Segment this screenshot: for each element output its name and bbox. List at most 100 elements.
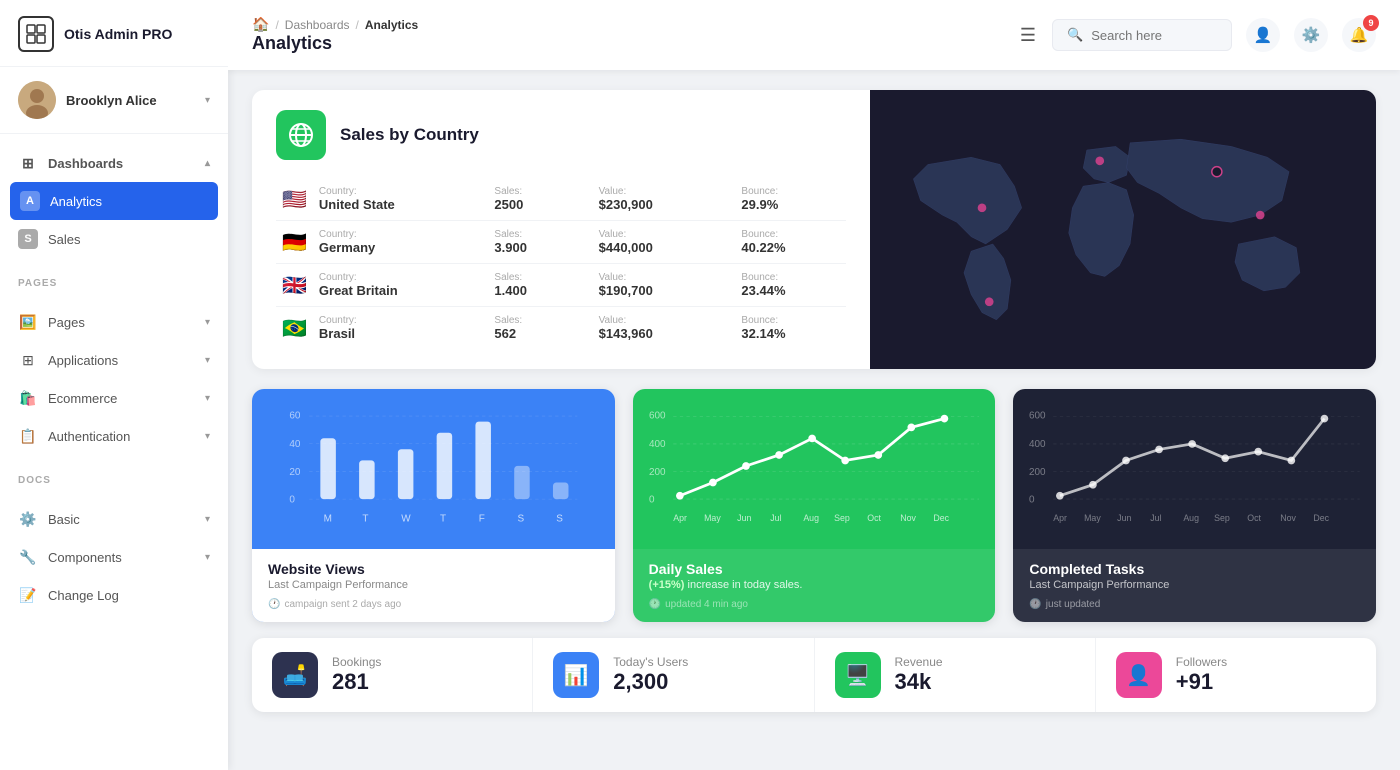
website-views-info: Website Views Last Campaign Performance … bbox=[252, 549, 615, 622]
pages-icon: 🖼️ bbox=[18, 312, 38, 332]
sidebar-pages-label: Pages bbox=[48, 315, 195, 330]
topbar-right: 🔍 👤 ⚙️ 🔔 9 bbox=[1052, 18, 1376, 52]
country-cell: Country: Germany bbox=[313, 221, 475, 264]
clock-icon-3: 🕐 bbox=[1029, 599, 1041, 610]
flag-cell: 🇬🇧 bbox=[276, 264, 313, 307]
svg-text:Jun: Jun bbox=[1118, 513, 1132, 523]
sidebar-auth-label: Authentication bbox=[48, 429, 195, 444]
sidebar-dashboards-label: Dashboards bbox=[48, 156, 195, 171]
sidebar-item-sales[interactable]: S Sales bbox=[0, 220, 228, 258]
svg-text:Oct: Oct bbox=[867, 513, 881, 523]
svg-text:60: 60 bbox=[289, 410, 301, 421]
sidebar-item-analytics[interactable]: A Analytics bbox=[10, 182, 218, 220]
value-cell: Value: $190,700 bbox=[579, 264, 722, 307]
user-profile-button[interactable]: 👤 bbox=[1246, 18, 1280, 52]
hamburger-icon[interactable]: ☰ bbox=[1020, 25, 1036, 46]
sales-by-country-title: Sales by Country bbox=[340, 125, 479, 145]
stat-revenue-info: Revenue 34k bbox=[895, 655, 943, 695]
ecommerce-chevron: ▾ bbox=[205, 393, 210, 404]
stat-users-info: Today's Users 2,300 bbox=[613, 655, 688, 695]
sidebar-item-pages[interactable]: 🖼️ Pages ▾ bbox=[0, 303, 228, 341]
sidebar-user[interactable]: Brooklyn Alice ▾ bbox=[0, 67, 228, 134]
bookings-icon: 🛋️ bbox=[272, 652, 318, 698]
svg-text:Nov: Nov bbox=[1281, 513, 1297, 523]
svg-text:May: May bbox=[704, 513, 721, 523]
search-box[interactable]: 🔍 bbox=[1052, 19, 1232, 51]
card-header: Sales by Country bbox=[276, 110, 846, 160]
svg-text:Oct: Oct bbox=[1248, 513, 1262, 523]
ecommerce-icon: 🛍️ bbox=[18, 388, 38, 408]
value-cell: Value: $143,960 bbox=[579, 307, 722, 350]
sidebar-item-dashboards[interactable]: ⊞ Dashboards ▴ bbox=[0, 144, 228, 182]
pages-section-label: PAGES bbox=[0, 268, 228, 293]
daily-sales-chart: 600 400 200 0 bbox=[633, 389, 996, 549]
nav-section-dashboards: ⊞ Dashboards ▴ A Analytics S Sales bbox=[0, 134, 228, 268]
logo-icon bbox=[18, 16, 54, 52]
sales-table-section: Sales by Country 🇺🇸 Country: United Stat… bbox=[252, 90, 870, 369]
dashboards-chevron: ▴ bbox=[205, 158, 210, 169]
svg-text:0: 0 bbox=[289, 494, 295, 505]
notifications-button[interactable]: 🔔 9 bbox=[1342, 18, 1376, 52]
components-chevron: ▾ bbox=[205, 552, 210, 563]
bounce-cell: Bounce: 40.22% bbox=[721, 221, 846, 264]
settings-button[interactable]: ⚙️ bbox=[1294, 18, 1328, 52]
sidebar: Otis Admin PRO Brooklyn Alice ▾ ⊞ Dashbo… bbox=[0, 0, 228, 770]
sidebar-sales-label: Sales bbox=[48, 232, 210, 247]
sales-cell: Sales: 562 bbox=[474, 307, 578, 350]
search-input[interactable] bbox=[1091, 28, 1217, 43]
sidebar-item-applications[interactable]: ⊞ Applications ▾ bbox=[0, 341, 228, 379]
svg-text:400: 400 bbox=[649, 439, 666, 450]
svg-text:200: 200 bbox=[1029, 467, 1046, 478]
basic-icon: ⚙️ bbox=[18, 509, 38, 529]
bounce-cell: Bounce: 23.44% bbox=[721, 264, 846, 307]
nav-section-docs: ⚙️ Basic ▾ 🔧 Components ▾ 📝 Change Log bbox=[0, 490, 228, 624]
svg-text:400: 400 bbox=[1029, 439, 1046, 450]
table-row: 🇧🇷 Country: Brasil Sales: 562 Value: $14… bbox=[276, 307, 846, 350]
chevron-down-icon: ▾ bbox=[205, 95, 210, 106]
svg-text:Sep: Sep bbox=[834, 513, 850, 523]
bookings-value: 281 bbox=[332, 669, 381, 695]
sidebar-item-authentication[interactable]: 📋 Authentication ▾ bbox=[0, 417, 228, 455]
sidebar-item-basic[interactable]: ⚙️ Basic ▾ bbox=[0, 500, 228, 538]
svg-text:20: 20 bbox=[289, 467, 301, 478]
stat-cards: 🛋️ Bookings 281 📊 Today's Users 2,300 🖥️… bbox=[252, 638, 1376, 712]
bounce-cell: Bounce: 32.14% bbox=[721, 307, 846, 350]
svg-text:Dec: Dec bbox=[933, 513, 949, 523]
followers-value: +91 bbox=[1176, 669, 1227, 695]
sidebar-item-ecommerce[interactable]: 🛍️ Ecommerce ▾ bbox=[0, 379, 228, 417]
users-icon: 📊 bbox=[553, 652, 599, 698]
completed-tasks-time: 🕐 just updated bbox=[1029, 599, 1360, 610]
world-map bbox=[870, 90, 1376, 369]
svg-text:S: S bbox=[518, 513, 525, 524]
breadcrumb-analytics: Analytics bbox=[365, 18, 418, 32]
stat-card-bookings: 🛋️ Bookings 281 bbox=[252, 638, 533, 712]
revenue-value: 34k bbox=[895, 669, 943, 695]
daily-sales-time: 🕐 updated 4 min ago bbox=[649, 599, 980, 610]
followers-icon: 👤 bbox=[1116, 652, 1162, 698]
sidebar-item-components[interactable]: 🔧 Components ▾ bbox=[0, 538, 228, 576]
nav-section-pages: 🖼️ Pages ▾ ⊞ Applications ▾ 🛍️ Ecommerce… bbox=[0, 293, 228, 465]
logo-text: Otis Admin PRO bbox=[64, 26, 172, 42]
bookings-label: Bookings bbox=[332, 655, 381, 669]
svg-text:W: W bbox=[401, 513, 411, 524]
completed-tasks-card: 600 400 200 0 bbox=[1013, 389, 1376, 622]
bounce-cell: Bounce: 29.9% bbox=[721, 178, 846, 221]
page-title: Analytics bbox=[252, 33, 332, 54]
stat-card-revenue: 🖥️ Revenue 34k bbox=[815, 638, 1096, 712]
sidebar-ecommerce-label: Ecommerce bbox=[48, 391, 195, 406]
breadcrumb: 🏠 / Dashboards / Analytics bbox=[252, 16, 1004, 33]
table-row: 🇩🇪 Country: Germany Sales: 3.900 Value: … bbox=[276, 221, 846, 264]
revenue-label: Revenue bbox=[895, 655, 943, 669]
svg-text:Aug: Aug bbox=[1184, 513, 1200, 523]
daily-sales-info: Daily Sales (+15%) increase in today sal… bbox=[633, 549, 996, 622]
home-icon[interactable]: 🏠 bbox=[252, 16, 269, 33]
components-icon: 🔧 bbox=[18, 547, 38, 567]
flag-cell: 🇩🇪 bbox=[276, 221, 313, 264]
applications-icon: ⊞ bbox=[18, 350, 38, 370]
followers-label: Followers bbox=[1176, 655, 1227, 669]
breadcrumb-dashboards[interactable]: Dashboards bbox=[285, 18, 350, 32]
svg-text:200: 200 bbox=[649, 467, 666, 478]
country-cell: Country: Great Britain bbox=[313, 264, 475, 307]
sidebar-basic-label: Basic bbox=[48, 512, 195, 527]
sidebar-item-changelog[interactable]: 📝 Change Log bbox=[0, 576, 228, 614]
